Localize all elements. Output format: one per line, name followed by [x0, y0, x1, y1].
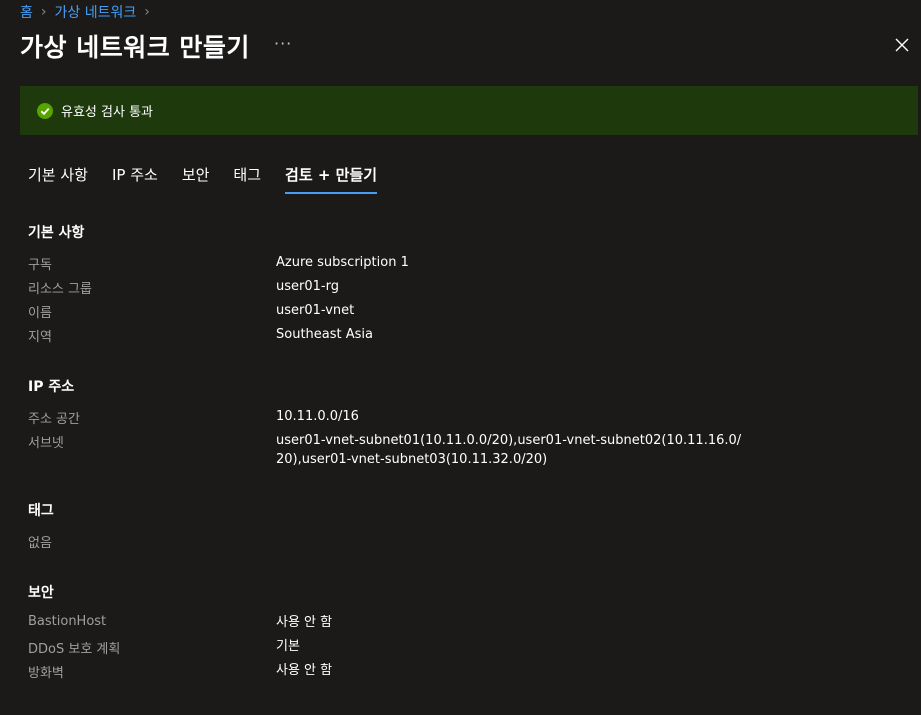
label-resource-group: 리소스 그룹	[28, 282, 92, 297]
section-title-ip: IP 주소	[28, 379, 75, 395]
page-title: 가상 네트워크 만들기	[20, 33, 250, 62]
tab-bar: 기본 사항 IP 주소 보안 태그 검토 + 만들기	[28, 164, 401, 194]
section-title-tags: 태그	[28, 503, 54, 519]
value-name: user01-vnet	[276, 303, 355, 318]
label-subscription: 구독	[28, 258, 52, 273]
validation-banner: 유효성 검사 통과	[20, 86, 918, 135]
check-circle-icon	[37, 102, 53, 119]
breadcrumb-home-link[interactable]: 홈	[20, 2, 33, 22]
tags-empty-text: 없음	[28, 536, 52, 551]
value-ddos-plan: 기본	[276, 639, 300, 654]
value-bastion-host: 사용 안 함	[276, 615, 333, 630]
close-icon[interactable]	[893, 36, 911, 54]
label-bastion-host: BastionHost	[28, 614, 107, 629]
label-region: 지역	[28, 330, 52, 345]
value-firewall: 사용 안 함	[276, 663, 333, 678]
label-name: 이름	[28, 306, 52, 321]
tab-tags[interactable]: 태그	[233, 164, 261, 191]
tab-security[interactable]: 보안	[182, 164, 210, 191]
value-address-space: 10.11.0.0/16	[276, 409, 359, 424]
value-resource-group: user01-rg	[276, 279, 339, 294]
label-subnets: 서브넷	[28, 436, 64, 451]
tab-basics[interactable]: 기본 사항	[28, 164, 88, 191]
validation-message: 유효성 검사 통과	[61, 105, 153, 120]
more-options-button[interactable]: ···	[274, 34, 292, 53]
label-firewall: 방화벽	[28, 666, 64, 681]
tab-review-create[interactable]: 검토 + 만들기	[285, 164, 378, 194]
tab-ip-addresses[interactable]: IP 주소	[112, 164, 158, 191]
value-subscription: Azure subscription 1	[276, 255, 409, 270]
value-region: Southeast Asia	[276, 327, 373, 342]
breadcrumb-separator: ›	[40, 4, 47, 20]
breadcrumb-vnet-link[interactable]: 가상 네트워크	[55, 2, 137, 22]
section-title-basics: 기본 사항	[28, 225, 85, 241]
label-address-space: 주소 공간	[28, 412, 80, 427]
breadcrumb-separator: ›	[144, 4, 150, 20]
breadcrumb: 홈 › 가상 네트워크 ›	[20, 2, 158, 22]
value-subnets: user01-vnet-subnet01(10.11.0.0/20),user0…	[276, 433, 742, 467]
label-ddos-plan: DDoS 보호 계획	[28, 642, 121, 657]
section-title-security: 보안	[28, 585, 54, 601]
